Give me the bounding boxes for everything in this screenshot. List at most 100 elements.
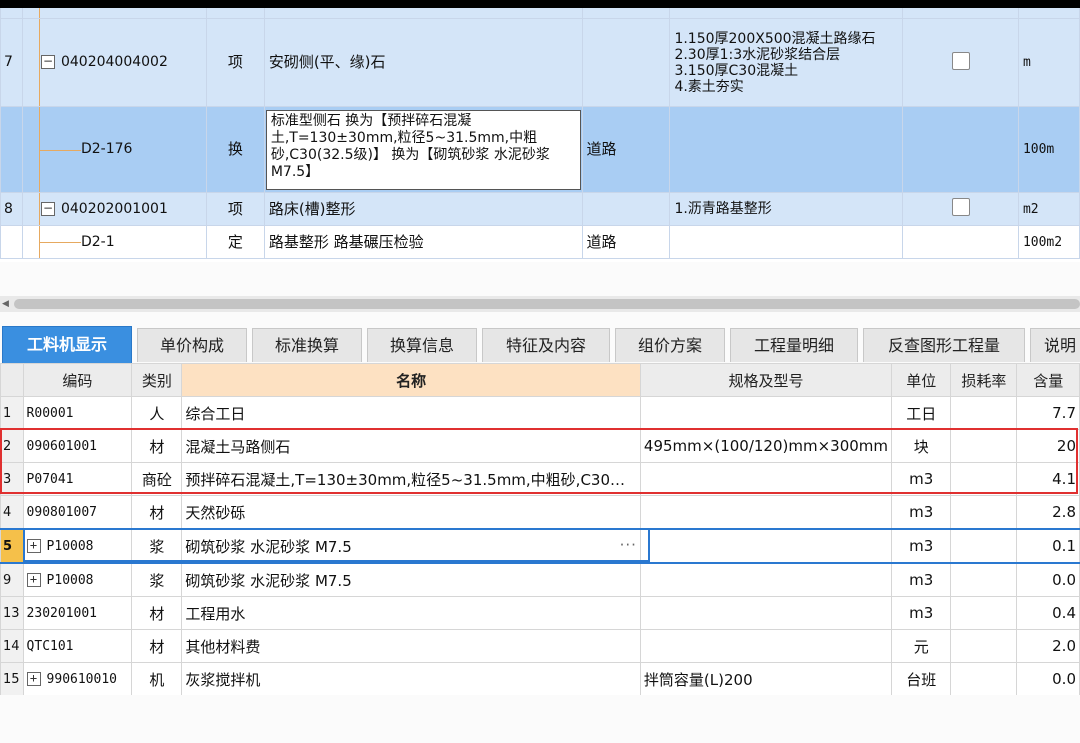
tab-features[interactable]: 特征及内容 bbox=[482, 328, 610, 362]
header-name[interactable]: 名称 bbox=[181, 363, 641, 397]
header-loss-rate[interactable]: 损耗率 bbox=[950, 363, 1018, 397]
resource-type[interactable]: 人 bbox=[131, 396, 183, 430]
quota-unit[interactable]: m bbox=[1017, 18, 1080, 107]
resource-row[interactable]: 2 090601001 材混凝土马路侧石 495mm×(100/120)mm×300m… bbox=[0, 429, 1080, 463]
resource-loss-rate[interactable] bbox=[950, 662, 1018, 695]
quota-name[interactable]: 路床(槽)整形 bbox=[263, 192, 583, 226]
resource-code[interactable]: P07041 bbox=[22, 462, 133, 496]
quota-name-cell[interactable]: 标准型侧石 换为【预拌碎石混凝土,T=130±30mm,粒径5~31.5mm,中… bbox=[263, 106, 583, 193]
resource-unit[interactable]: m3 bbox=[891, 495, 952, 530]
quota-code-cell[interactable]: D2-1 bbox=[21, 225, 207, 259]
quota-unit[interactable]: m2 bbox=[1017, 192, 1080, 226]
checkbox-cell[interactable] bbox=[902, 18, 1019, 107]
resource-quantity[interactable]: 20 bbox=[1016, 429, 1080, 463]
resource-name[interactable]: 灰浆搅拌机 bbox=[181, 662, 641, 695]
resource-row[interactable]: 13 230201001 材工程用水 m3 0.4 bbox=[0, 596, 1080, 630]
quota-code-cell[interactable]: −040204004002 bbox=[21, 18, 207, 107]
quota-features[interactable]: 1.150厚200X500混凝土路缘石 2.30厚1:3水泥砂浆结合层 3.15… bbox=[669, 18, 904, 107]
resource-spec[interactable] bbox=[639, 629, 893, 663]
tab-resource-display[interactable]: 工料机显示 bbox=[2, 326, 132, 363]
resource-quantity[interactable]: 0.0 bbox=[1016, 562, 1080, 597]
resource-quantity[interactable]: 4.1 bbox=[1016, 462, 1080, 496]
resource-spec[interactable]: 拌筒容量(L)200 bbox=[639, 662, 893, 695]
tab-reverse-lookup[interactable]: 反查图形工程量 bbox=[863, 328, 1025, 362]
resource-unit[interactable]: m3 bbox=[891, 562, 952, 597]
resource-code[interactable]: 090801007 bbox=[22, 495, 133, 530]
quota-row[interactable]: D2-1 定路基整形 路基碾压检验 道路 100m2 bbox=[0, 225, 1080, 259]
scroll-left-icon[interactable]: ◀ bbox=[2, 299, 9, 309]
tab-notes[interactable]: 说明 bbox=[1030, 328, 1080, 362]
resource-name[interactable]: 其他材料费 bbox=[181, 629, 641, 663]
quota-name[interactable]: 路基整形 路基碾压检验 bbox=[263, 225, 583, 259]
quota-type[interactable]: 项 bbox=[205, 18, 265, 107]
resource-type[interactable]: 浆 bbox=[131, 562, 183, 597]
resource-spec[interactable] bbox=[639, 528, 893, 564]
quota-row[interactable]: D2-176 换标准型侧石 换为【预拌碎石混凝土,T=130±30mm,粒径5~3… bbox=[0, 106, 1080, 193]
resource-row[interactable]: 5 + P10008 浆砌筑砂浆 水泥砂浆 M7.5 ··· m3 0.1 bbox=[0, 528, 1080, 564]
resource-row[interactable]: 4 090801007 材天然砂砾 m3 2.8 bbox=[0, 495, 1080, 530]
expand-plus-icon[interactable]: + bbox=[26, 573, 41, 587]
resource-type[interactable]: 机 bbox=[131, 662, 183, 695]
resource-quantity[interactable]: 0.0 bbox=[1016, 662, 1080, 695]
resource-code[interactable]: + P10008 bbox=[22, 528, 133, 564]
row-checkbox[interactable] bbox=[951, 198, 970, 216]
expand-plus-icon[interactable]: + bbox=[26, 672, 41, 686]
resource-type[interactable]: 材 bbox=[131, 495, 183, 530]
resource-quantity[interactable]: 0.1 bbox=[1016, 528, 1080, 564]
resource-name[interactable]: 混凝土马路侧石 bbox=[181, 429, 641, 463]
more-options-icon[interactable]: ··· bbox=[620, 536, 637, 554]
resource-spec[interactable] bbox=[639, 396, 893, 430]
resource-row[interactable]: 1 R00001 人综合工日 工日 7.7 bbox=[0, 396, 1080, 430]
resource-type[interactable]: 商砼 bbox=[131, 462, 183, 496]
horizontal-scrollbar[interactable]: ◀ bbox=[0, 296, 1080, 312]
tab-standard-conversion[interactable]: 标准换算 bbox=[252, 328, 362, 362]
quota-unit[interactable]: 100m2 bbox=[1017, 225, 1080, 259]
quota-code-cell[interactable]: −040202001001 bbox=[21, 192, 207, 226]
quota-features[interactable] bbox=[669, 225, 904, 259]
expand-plus-icon[interactable]: + bbox=[26, 539, 41, 553]
quota-type[interactable]: 项 bbox=[205, 192, 265, 226]
quota-unit[interactable]: 100m bbox=[1017, 106, 1080, 193]
resource-unit[interactable]: 工日 bbox=[891, 396, 952, 430]
quota-row[interactable]: 8−040202001001 项路床(槽)整形 1.沥青路基整形 m2 bbox=[0, 192, 1080, 226]
quota-type[interactable]: 定 bbox=[205, 225, 265, 259]
header-type[interactable]: 类别 bbox=[131, 363, 183, 397]
checkbox-cell[interactable] bbox=[902, 225, 1019, 259]
resource-spec[interactable] bbox=[639, 596, 893, 630]
resource-loss-rate[interactable] bbox=[950, 562, 1018, 597]
quota-features[interactable] bbox=[669, 106, 904, 193]
resource-name[interactable]: 砌筑砂浆 水泥砂浆 M7.5 ··· bbox=[181, 528, 641, 564]
resource-row[interactable]: 15 +990610010 机灰浆搅拌机 拌筒容量(L)200 台班 0.0 bbox=[0, 662, 1080, 695]
scroll-thumb[interactable] bbox=[14, 299, 1080, 309]
quota-name-editor[interactable]: 标准型侧石 换为【预拌碎石混凝土,T=130±30mm,粒径5~31.5mm,中… bbox=[265, 109, 581, 190]
resource-name[interactable]: 砌筑砂浆 水泥砂浆 M7.5 bbox=[181, 562, 641, 597]
header-code[interactable]: 编码 bbox=[22, 363, 133, 397]
resource-loss-rate[interactable] bbox=[950, 629, 1018, 663]
collapse-toggle-icon[interactable]: − bbox=[40, 55, 55, 69]
resource-row[interactable]: 9 + P10008 浆砌筑砂浆 水泥砂浆 M7.5 m3 0.0 bbox=[0, 562, 1080, 597]
resource-quantity[interactable]: 2.0 bbox=[1016, 629, 1080, 663]
quota-type[interactable]: 换 bbox=[205, 106, 265, 193]
resource-unit[interactable]: m3 bbox=[891, 528, 952, 564]
resource-quantity[interactable]: 2.8 bbox=[1016, 495, 1080, 530]
tab-conversion-info[interactable]: 换算信息 bbox=[367, 328, 477, 362]
tab-unit-price[interactable]: 单价构成 bbox=[137, 328, 247, 362]
quota-name[interactable]: 安砌侧(平、缘)石 bbox=[263, 18, 583, 107]
resource-loss-rate[interactable] bbox=[950, 528, 1018, 564]
resource-spec[interactable] bbox=[639, 495, 893, 530]
resource-unit[interactable]: 元 bbox=[891, 629, 952, 663]
quota-row[interactable]: 7−040204004002 项安砌侧(平、缘)石 1.150厚200X500混凝土… bbox=[0, 18, 1080, 107]
resource-loss-rate[interactable] bbox=[950, 396, 1018, 430]
tab-pricing-plan[interactable]: 组价方案 bbox=[615, 328, 725, 362]
resource-spec[interactable] bbox=[639, 462, 893, 496]
header-unit[interactable]: 单位 bbox=[891, 363, 952, 397]
resource-code[interactable]: +990610010 bbox=[22, 662, 133, 695]
resource-quantity[interactable]: 0.4 bbox=[1016, 596, 1080, 630]
quota-specialty[interactable]: 道路 bbox=[581, 225, 671, 259]
resource-quantity[interactable]: 7.7 bbox=[1016, 396, 1080, 430]
resource-loss-rate[interactable] bbox=[950, 495, 1018, 530]
checkbox-cell[interactable] bbox=[902, 192, 1019, 226]
resource-unit[interactable]: 块 bbox=[891, 429, 952, 463]
resource-name[interactable]: 综合工日 bbox=[181, 396, 641, 430]
resource-name[interactable]: 工程用水 bbox=[181, 596, 641, 630]
